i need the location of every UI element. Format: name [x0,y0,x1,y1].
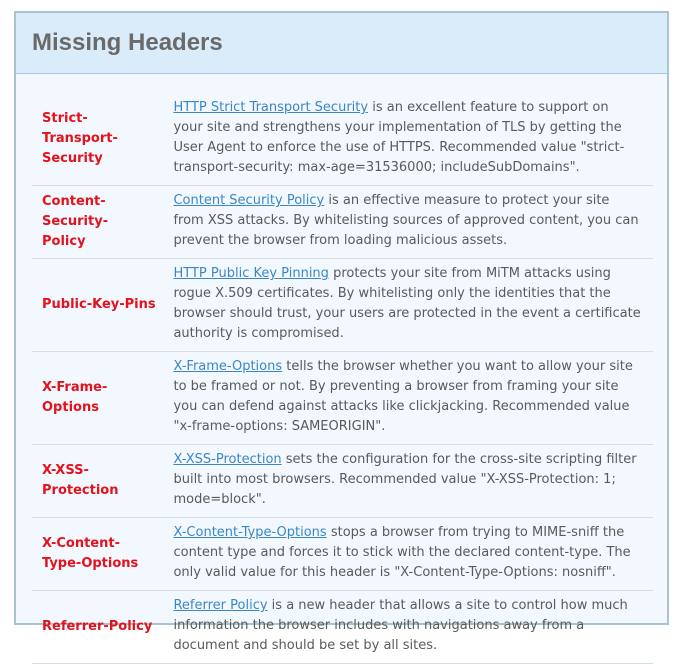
header-doc-link[interactable]: HTTP Public Key Pinning [173,266,328,281]
header-description: X-XSS-Protection sets the configuration … [163,444,653,518]
header-doc-link[interactable]: X-XSS-Protection [173,452,281,467]
header-description: X-Content-Type-Options stops a browser f… [163,517,653,591]
header-doc-link[interactable]: Referrer Policy [173,598,267,613]
missing-headers-table: Strict-Transport-Security HTTP Strict Tr… [32,93,653,664]
header-name: X-Frame-Options [32,351,164,445]
header-name: X-XSS-Protection [32,444,164,518]
header-name: Referrer-Policy [32,590,164,664]
panel-title: Missing Headers [32,29,223,56]
header-name: Public-Key-Pins [32,258,164,352]
header-description: HTTP Public Key Pinning protects your si… [163,258,653,352]
table-row: Strict-Transport-Security HTTP Strict Tr… [32,93,653,186]
panel-body: Strict-Transport-Security HTTP Strict Tr… [16,74,667,664]
table-row: Content-Security-Policy Content Security… [32,185,653,259]
header-doc-link[interactable]: Content Security Policy [173,193,324,208]
table-row: X-Content-Type-Options X-Content-Type-Op… [32,517,653,591]
header-name: Content-Security-Policy [32,185,164,259]
missing-headers-panel: Missing Headers Strict-Transport-Securit… [14,11,669,664]
header-doc-link[interactable]: X-Content-Type-Options [173,525,326,540]
header-name: X-Content-Type-Options [32,517,164,591]
panel-header: Missing Headers [16,13,667,74]
header-doc-link[interactable]: HTTP Strict Transport Security [173,100,368,115]
header-description: HTTP Strict Transport Security is an exc… [163,93,653,186]
header-name: Strict-Transport-Security [32,93,164,186]
table-row: X-XSS-Protection X-XSS-Protection sets t… [32,444,653,518]
header-doc-link[interactable]: X-Frame-Options [173,359,282,374]
table-row: X-Frame-Options X-Frame-Options tells th… [32,351,653,445]
header-description: Referrer Policy is a new header that all… [163,590,653,664]
header-description: Content Security Policy is an effective … [163,185,653,259]
header-description: X-Frame-Options tells the browser whethe… [163,351,653,445]
table-row: Referrer-Policy Referrer Policy is a new… [32,590,653,664]
table-row: Public-Key-Pins HTTP Public Key Pinning … [32,258,653,352]
